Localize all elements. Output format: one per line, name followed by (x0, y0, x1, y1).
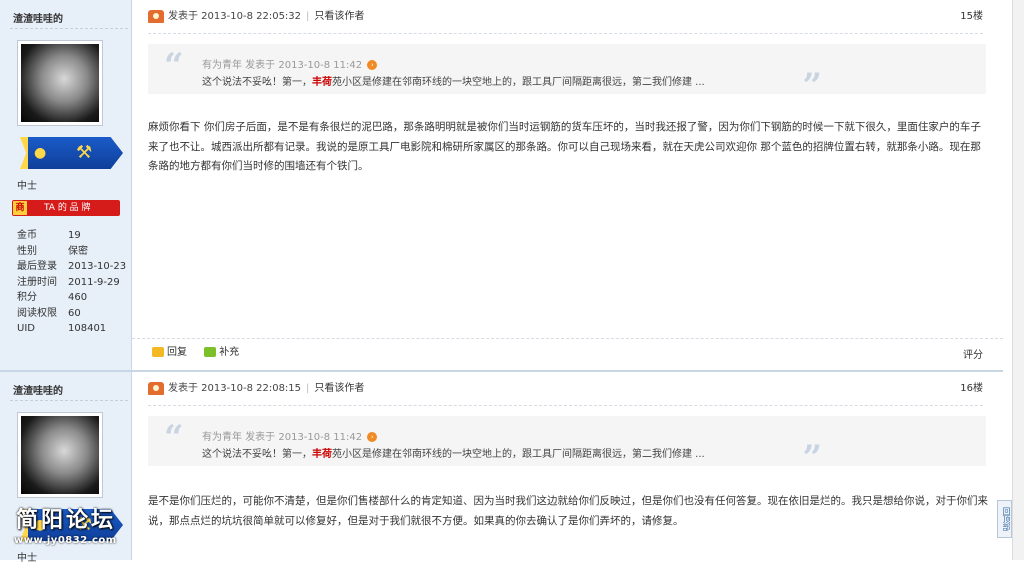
reply-button[interactable]: 回复 (152, 347, 187, 358)
stat-value: 保密 (68, 245, 88, 257)
quote-text: 这个说法不妥吆！第一，丰荷苑小区是修建在邻南环线的一块空地上的，跟工具厂间隔距离… (202, 449, 705, 460)
stat-row: 积分 460 (17, 290, 126, 306)
quote-author-time: 有为青年 发表于 2013-10-8 11:42 (202, 432, 363, 443)
stat-key: 性别 (17, 245, 37, 257)
quote-block: “ 有为青年 发表于 2013-10-8 11:42 › 这个说法不妥吆！第一，… (148, 416, 986, 478)
stat-value: 2011-9-29 (68, 276, 120, 288)
username-link[interactable]: 渣渣哇哇的 (13, 382, 63, 397)
quote-meta: 有为青年 发表于 2013-10-8 11:42 › (202, 56, 378, 71)
scrollbar[interactable] (1012, 0, 1024, 560)
go-to-post-icon[interactable]: › (367, 432, 378, 442)
post-actions: 回复 补充 (152, 346, 253, 360)
brand-button[interactable]: 商 TA 的 品 牌 (12, 200, 120, 216)
brand-label: TA 的 品 牌 (44, 203, 91, 213)
back-to-top-button[interactable]: 回顶部 (997, 500, 1012, 538)
stat-value: 108401 (68, 323, 107, 334)
avatar[interactable] (17, 40, 103, 126)
post-15: 渣渣哇哇的 ● ⚒ 中士 商 TA 的 品 牌 金币 19 性别 保密 最后登录 201… (0, 0, 1003, 370)
stat-value: 460 (68, 292, 88, 303)
open-quote-icon: “ (164, 418, 184, 458)
quote-block: “ 有为青年 发表于 2013-10-8 11:42 › 这个说法不妥吆！第一，… (148, 44, 986, 106)
stat-value: 2013-10-23 (68, 261, 127, 272)
post-main: 发表于 2013-10-8 22:05:32 | 只看该作者 15楼 “ 有为青年 … (132, 0, 1003, 370)
username-link[interactable]: 渣渣哇哇的 (13, 10, 63, 25)
user-stats: 金币 19 性别 保密 最后登录 2013-10-23 注册时间 2011-9-29 积… (17, 228, 126, 337)
divider (10, 28, 128, 29)
stat-row: 阅读权限 60 (17, 306, 126, 322)
floor-number-link[interactable]: 16楼 (960, 381, 983, 397)
divider (10, 400, 128, 401)
stat-row: UID 108401 (17, 321, 126, 337)
online-status-icon (148, 9, 164, 23)
post-header: 发表于 2013-10-8 22:05:32 | 只看该作者 15楼 (148, 9, 983, 34)
divider (132, 338, 1003, 339)
quote-meta: 有为青年 发表于 2013-10-8 11:42 › (202, 428, 378, 443)
stat-key: 注册时间 (17, 276, 57, 288)
post-header: 发表于 2013-10-8 22:08:15 | 只看该作者 16楼 (148, 381, 983, 406)
divider: | (306, 383, 310, 394)
stat-row: 金币 19 (17, 228, 126, 244)
only-author-link[interactable]: 只看该作者 (314, 11, 364, 22)
site-watermark-url: www.jy0832.com (14, 535, 117, 546)
reply-icon (152, 347, 164, 357)
divider (148, 405, 983, 406)
shop-icon: 商 (13, 201, 27, 215)
close-quote-icon: ” (802, 66, 822, 106)
stat-key: 阅读权限 (17, 307, 57, 319)
user-sidebar: 渣渣哇哇的 ● ⚒ 中士 商 TA 的 品 牌 金币 19 性别 保密 最后登录 201… (0, 0, 132, 370)
site-watermark: 简阳论坛 (16, 508, 117, 533)
stat-row: 最后登录 2013-10-23 (17, 259, 126, 275)
post-content: 麻烦你看下 你们房子后面，是不是有条很烂的泥巴路，那条路明明就是被你们当时运钢筋… (148, 121, 981, 172)
divider (148, 33, 983, 34)
stat-key: 金币 (17, 230, 37, 241)
open-quote-icon: “ (164, 46, 184, 86)
floor-number-link[interactable]: 15楼 (960, 9, 983, 25)
stat-row: 性别 保密 (17, 244, 126, 260)
only-author-link[interactable]: 只看该作者 (314, 383, 364, 394)
post-main: 发表于 2013-10-8 22:08:15 | 只看该作者 16楼 “ 有为青年 … (132, 372, 1003, 560)
stat-value: 19 (68, 230, 81, 241)
stat-value: 60 (68, 307, 81, 319)
stat-key: 最后登录 (17, 261, 57, 272)
edit-add-icon (204, 347, 217, 357)
stat-key: 积分 (17, 292, 37, 303)
post-time: 发表于 2013-10-8 22:08:15 (168, 383, 302, 394)
post-time: 发表于 2013-10-8 22:05:32 (168, 11, 302, 22)
quote-text: 这个说法不妥吆！第一，丰荷苑小区是修建在邻南环线的一块空地上的，跟工具厂间隔距离… (202, 77, 705, 88)
rank-label: 中士 (17, 181, 37, 192)
post-16: 渣渣哇哇的 ● ⚒ 中士 发表于 2013-10-8 22:08:15 | 只看该作者… (0, 372, 1003, 564)
go-to-post-icon[interactable]: › (367, 60, 378, 70)
online-status-icon (148, 381, 164, 395)
add-button[interactable]: 补充 (204, 347, 239, 358)
rank-label: 中士 (17, 553, 37, 564)
avatar[interactable] (17, 412, 103, 498)
rate-button[interactable]: 评分 (963, 346, 983, 361)
divider: | (306, 11, 310, 22)
post-content: 是不是你们压烂的，可能你不清楚，但是你们售楼部什么的肯定知道、因为当时我们这边就… (148, 495, 988, 527)
close-quote-icon: ” (802, 438, 822, 478)
stat-key: UID (17, 323, 35, 334)
stat-row: 注册时间 2011-9-29 (17, 275, 126, 291)
quote-author-time: 有为青年 发表于 2013-10-8 11:42 (202, 60, 363, 71)
rank-badge-icon: ● ⚒ (20, 137, 123, 169)
